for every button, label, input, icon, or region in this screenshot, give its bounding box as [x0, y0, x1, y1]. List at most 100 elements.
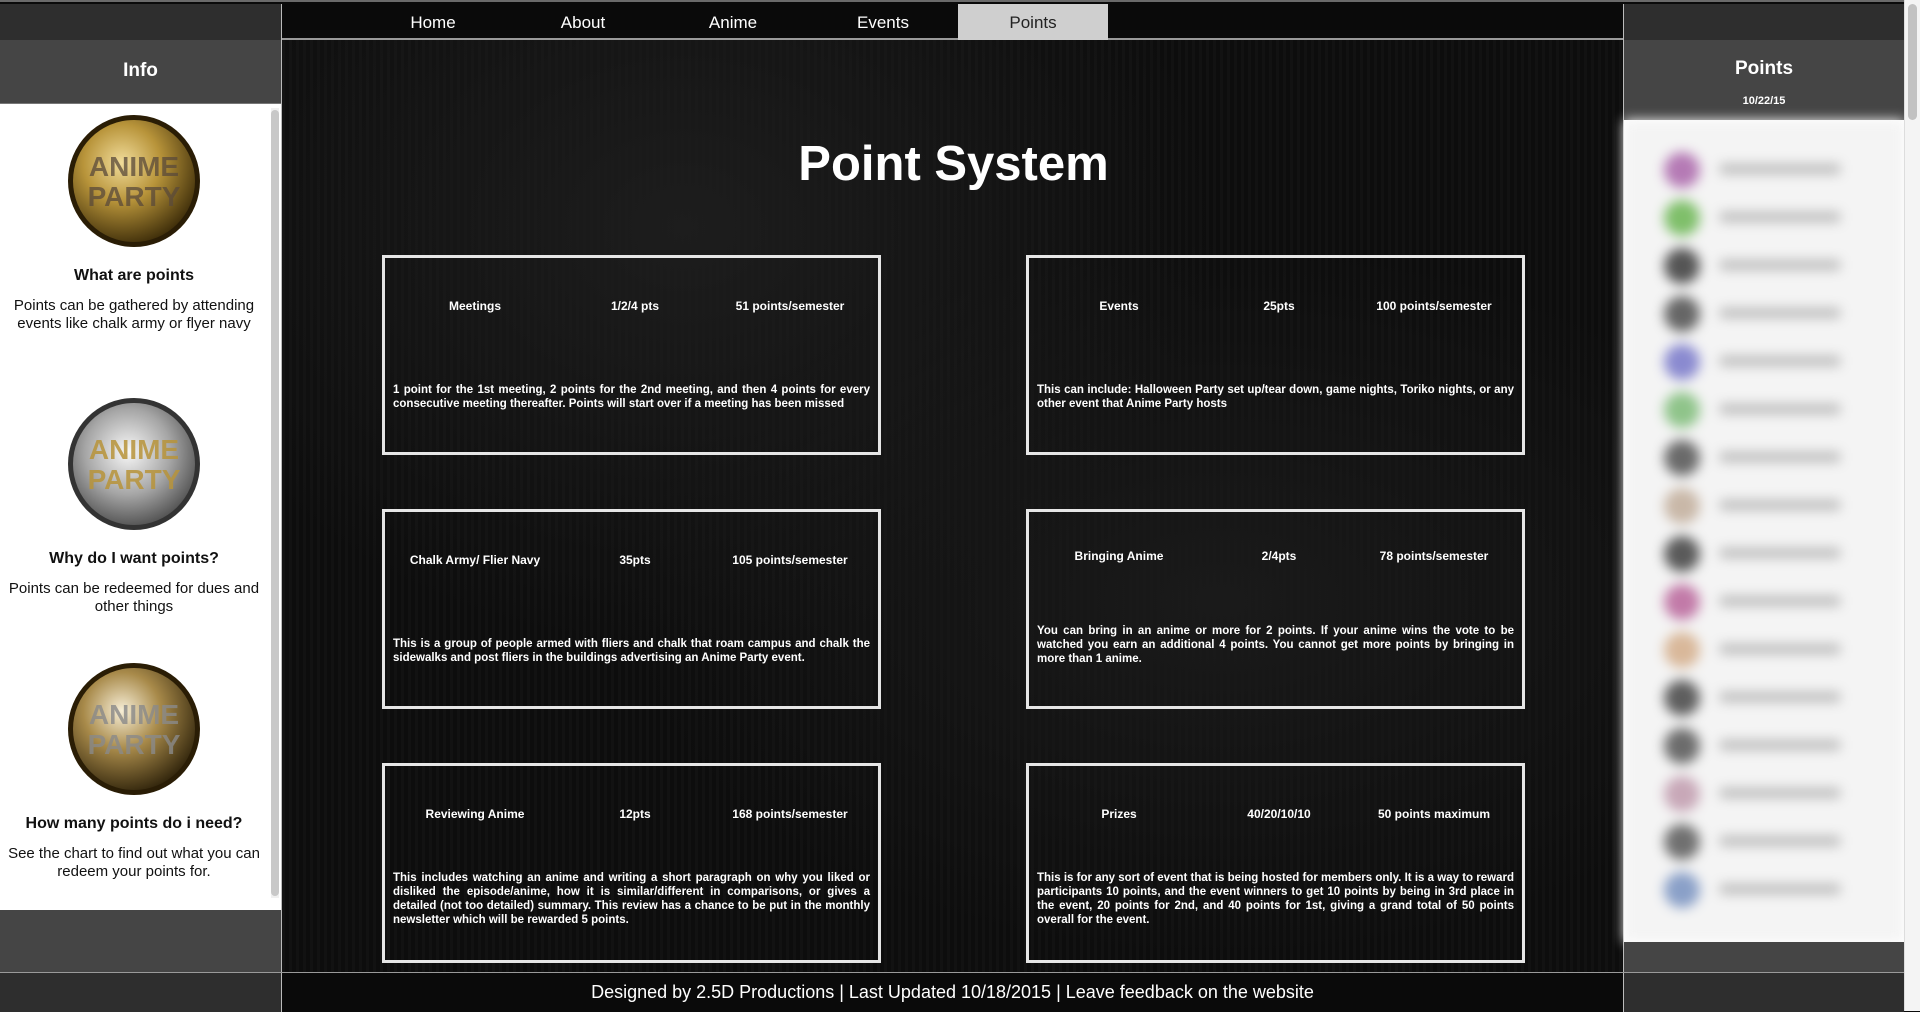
leaderboard-name — [1720, 692, 1840, 702]
card-activity: Bringing Anime — [1074, 549, 1164, 563]
avatar — [1664, 872, 1700, 908]
footer-right-corner — [1624, 973, 1904, 1012]
card-limit: 51 points/semester — [735, 299, 845, 313]
avatar — [1664, 536, 1700, 572]
leaderboard-row — [1664, 870, 1884, 910]
svg-text:PARTY: PARTY — [88, 729, 181, 760]
points-date: 10/22/15 — [1742, 95, 1786, 107]
card-limit: 50 points maximum — [1377, 807, 1491, 821]
leaderboard-row — [1664, 726, 1884, 766]
leaderboard-name — [1720, 260, 1840, 270]
avatar — [1664, 200, 1700, 236]
card-activity: Chalk Army/ Flier Navy — [409, 553, 541, 567]
anime-party-badge-silver: ANIME PARTY — [67, 397, 201, 531]
leaderboard-name — [1720, 308, 1840, 318]
leaderboard-row — [1664, 246, 1884, 286]
avatar — [1664, 152, 1700, 188]
leaderboard-name — [1720, 212, 1840, 222]
info-question: Why do I want points? — [49, 550, 219, 567]
svg-text:ANIME: ANIME — [89, 151, 179, 182]
leaderboard-name — [1720, 500, 1840, 510]
leaderboard-name — [1720, 164, 1840, 174]
leaderboard-row — [1664, 774, 1884, 814]
leaderboard-name — [1720, 356, 1840, 366]
anime-party-badge-gold: ANIME PARTY — [67, 114, 201, 248]
card-points: 25pts — [1263, 299, 1295, 313]
leaderboard-row — [1664, 534, 1884, 574]
leaderboard-name — [1720, 740, 1840, 750]
nav-anime[interactable]: Anime — [658, 4, 808, 40]
avatar — [1664, 440, 1700, 476]
footer-bar: Designed by 2.5D Productions | Last Upda… — [0, 972, 1904, 1012]
avatar — [1664, 392, 1700, 428]
leaderboard-row — [1664, 150, 1884, 190]
leaderboard-row — [1664, 294, 1884, 334]
card-description: This can include: Halloween Party set up… — [1037, 384, 1514, 410]
svg-text:ANIME: ANIME — [89, 699, 179, 730]
card-description: You can bring in an anime or more for 2 … — [1037, 625, 1514, 665]
card-activity: Meetings — [448, 299, 501, 313]
card-description: This is a group of people armed with fli… — [393, 638, 870, 664]
card-description: This is for any sort of event that is be… — [1037, 872, 1514, 926]
leaderboard-row — [1664, 822, 1884, 862]
leaderboard-name — [1720, 884, 1840, 894]
leaderboard-name — [1720, 596, 1840, 606]
point-card: Bringing Anime 2/4pts 78 points/semester… — [1026, 509, 1525, 709]
avatar — [1664, 680, 1700, 716]
card-limit: 100 points/semester — [1376, 299, 1492, 313]
top-nav-bar: Home About Anime Events Points — [0, 0, 1920, 40]
leaderboard-row — [1664, 678, 1884, 718]
info-answer: See the chart to find out what you can r… — [8, 845, 260, 880]
leaderboard-name — [1720, 788, 1840, 798]
card-activity: Prizes — [1101, 807, 1137, 821]
window-scrollbar[interactable] — [1904, 0, 1920, 1011]
leaderboard-name — [1720, 404, 1840, 414]
card-activity: Reviewing Anime — [425, 807, 525, 821]
info-sidebar-title: Info — [0, 40, 281, 104]
point-card: Meetings 1/2/4 pts 51 points/semester 1 … — [382, 255, 881, 455]
avatar — [1664, 584, 1700, 620]
card-points: 40/20/10/10 — [1247, 807, 1311, 821]
card-limit: 168 points/semester — [732, 807, 848, 821]
info-answer: Points can be redeemed for dues and othe… — [8, 580, 260, 615]
nav-about[interactable]: About — [508, 4, 658, 40]
avatar — [1664, 296, 1700, 332]
window-scrollbar-thumb[interactable] — [1908, 4, 1917, 120]
leaderboard-row — [1664, 438, 1884, 478]
info-scrollbar-thumb[interactable] — [271, 110, 279, 896]
card-activity: Events — [1099, 299, 1139, 313]
footer-left-corner — [0, 973, 281, 1012]
leaderboard-name — [1720, 644, 1840, 654]
top-left-corner — [0, 4, 281, 40]
card-points: 1/2/4 pts — [610, 299, 660, 313]
points-sidebar-title: Points — [1734, 58, 1794, 79]
avatar — [1664, 824, 1700, 860]
card-description: This includes watching an anime and writ… — [393, 872, 870, 926]
point-card: Events 25pts 100 points/semester This ca… — [1026, 255, 1525, 455]
info-sidebar: Info ANIME PARTY What are points Points … — [0, 40, 281, 972]
info-sidebar-content[interactable]: ANIME PARTY What are points Points can b… — [0, 104, 281, 910]
points-sidebar-header: Points 10/22/15 — [1624, 40, 1904, 120]
points-sidebar: Points 10/22/15 — [1624, 40, 1904, 975]
avatar — [1664, 344, 1700, 380]
avatar — [1664, 248, 1700, 284]
page-title: Point System — [798, 137, 1109, 191]
leaderboard-row — [1664, 630, 1884, 670]
avatar — [1664, 728, 1700, 764]
anime-party-badge-gold: ANIME PARTY — [67, 662, 201, 796]
point-card: Chalk Army/ Flier Navy 35pts 105 points/… — [382, 509, 881, 709]
leaderboard-row — [1664, 198, 1884, 238]
svg-text:ANIME: ANIME — [89, 434, 179, 465]
nav-events[interactable]: Events — [808, 4, 958, 40]
avatar — [1664, 776, 1700, 812]
top-right-corner — [1624, 4, 1904, 40]
leaderboard-name — [1720, 548, 1840, 558]
info-sidebar-footer — [0, 910, 281, 972]
main-content: Point System Meetings 1/2/4 pts 51 point… — [281, 40, 1624, 975]
card-points: 12pts — [619, 807, 651, 821]
nav-points[interactable]: Points — [958, 4, 1108, 40]
point-card: Reviewing Anime 12pts 168 points/semeste… — [382, 763, 881, 963]
nav-home[interactable]: Home — [358, 4, 508, 40]
card-points: 2/4pts — [1261, 549, 1297, 563]
leaderboard-row — [1664, 486, 1884, 526]
